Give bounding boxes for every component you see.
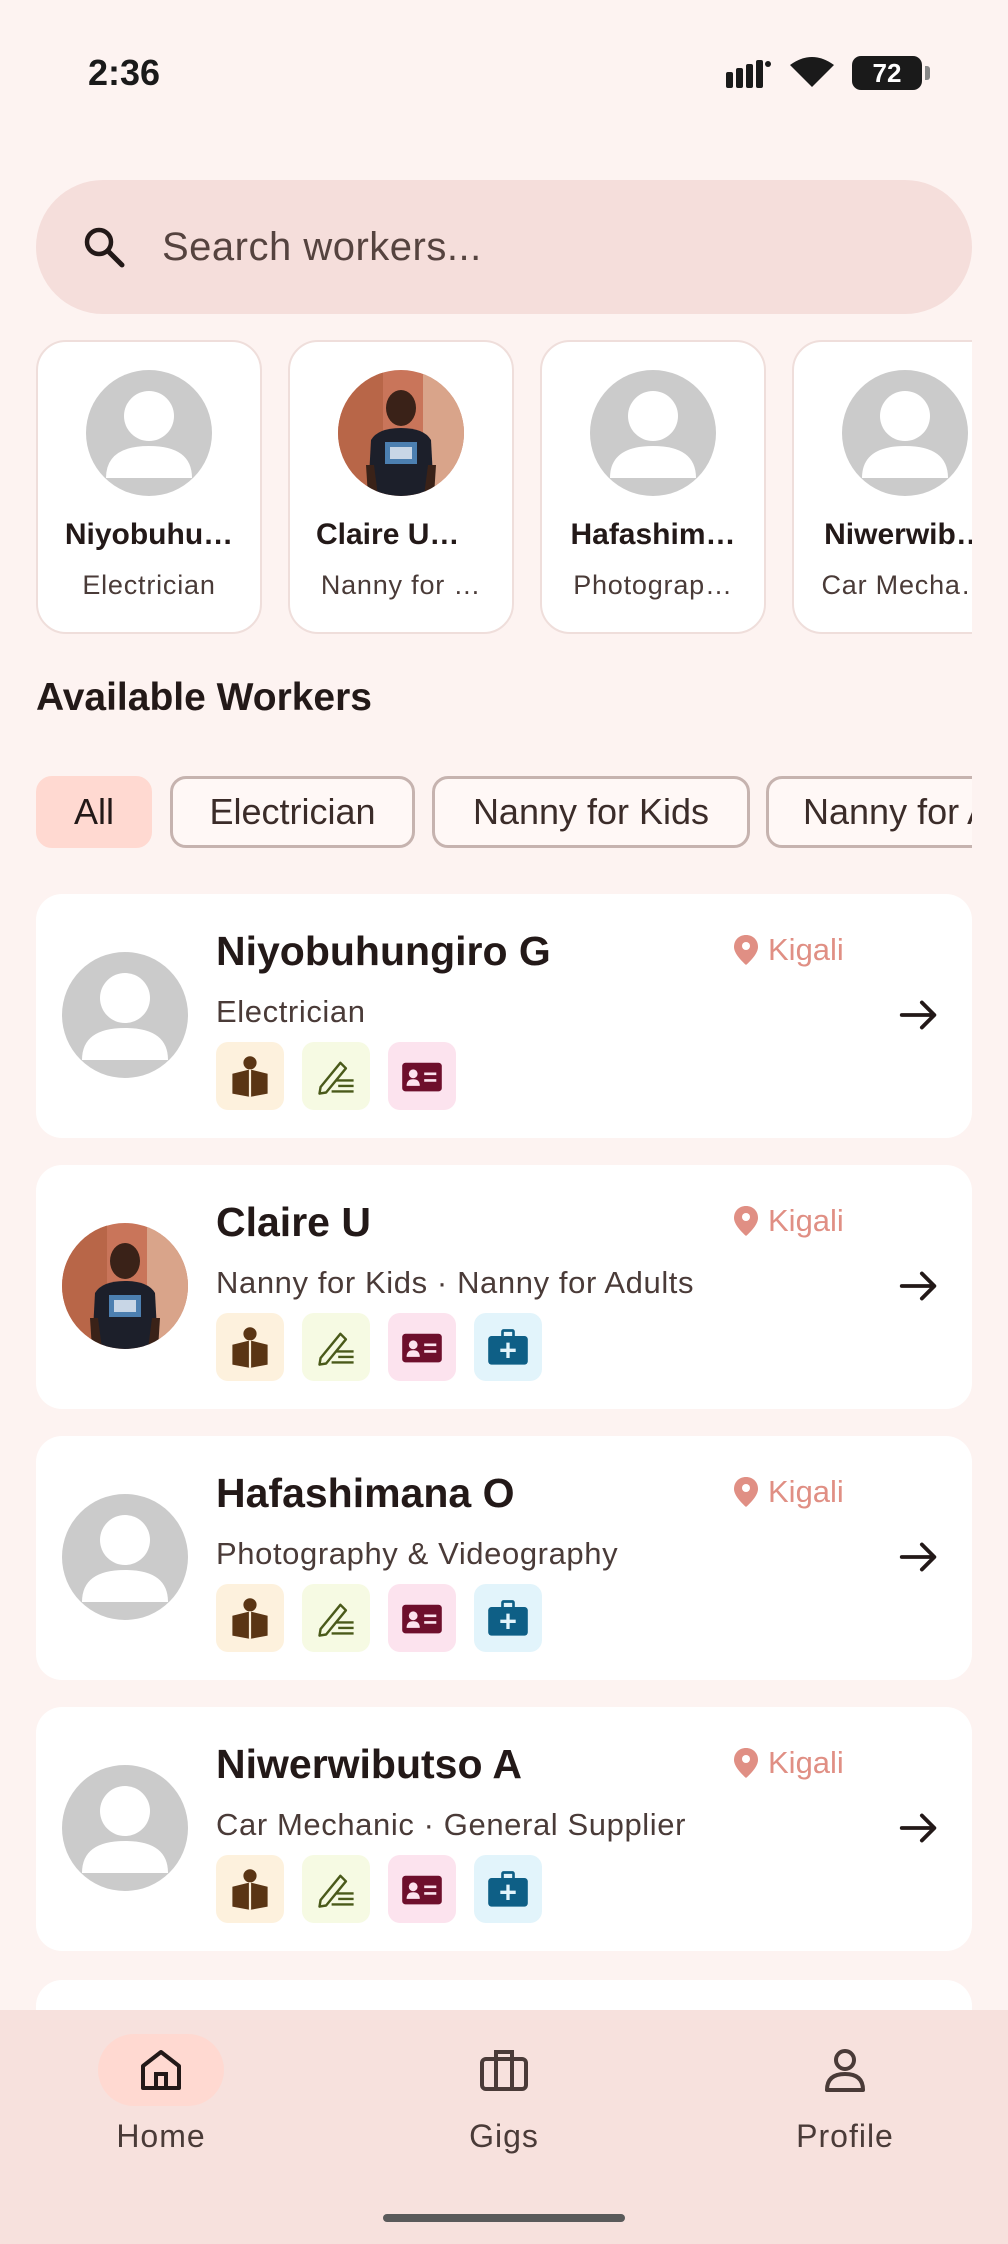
featured-worker-name: Hafashim… xyxy=(570,518,736,551)
avatar xyxy=(842,370,968,496)
nav-item-profile[interactable]: Profile xyxy=(735,2034,955,2155)
worker-name: Hafashimana O xyxy=(216,1470,515,1516)
arrow-right-icon[interactable] xyxy=(896,992,942,1038)
featured-worker-card[interactable]: Hafashim… Photograp… xyxy=(540,340,766,634)
section-title: Available Workers xyxy=(36,676,372,719)
worker-name: Niwerwibutso A xyxy=(216,1741,522,1787)
featured-worker-role: Nanny for … xyxy=(320,570,482,600)
featured-worker-role: Photograp… xyxy=(573,570,733,600)
worker-card[interactable]: Claire U Kigali Nanny for Kids · Nanny f… xyxy=(36,1165,972,1409)
worker-badges xyxy=(216,1855,542,1923)
filter-chip-electrician[interactable]: Electrician xyxy=(170,776,415,848)
status-icons: 72 xyxy=(726,56,930,90)
medical-kit-icon xyxy=(474,1855,542,1923)
worker-name: Niyobuhungiro G xyxy=(216,928,551,974)
location-label: Kigali xyxy=(768,1745,844,1780)
nav-label-profile: Profile xyxy=(796,2118,894,2154)
featured-worker-card[interactable]: Niyobuhu… Electrician xyxy=(36,340,262,634)
briefcase-icon xyxy=(480,2050,528,2091)
bottom-navigation: Home Gigs Profile xyxy=(0,2010,1008,2244)
id-card-icon xyxy=(388,1584,456,1652)
id-card-icon xyxy=(388,1042,456,1110)
signal-icon xyxy=(726,60,771,88)
nav-pill xyxy=(782,2034,908,2106)
worker-role: Electrician xyxy=(216,994,366,1029)
location-label: Kigali xyxy=(768,1474,844,1509)
arrow-right-icon[interactable] xyxy=(896,1534,942,1580)
medical-kit-icon xyxy=(474,1313,542,1381)
id-card-icon xyxy=(388,1855,456,1923)
wifi-icon xyxy=(790,57,834,87)
book-icon xyxy=(216,1313,284,1381)
nav-item-home[interactable]: Home xyxy=(51,2034,271,2155)
featured-worker-name: Niyobuhu… xyxy=(64,518,234,551)
note-icon xyxy=(302,1313,370,1381)
person-icon xyxy=(825,2049,865,2092)
location-pin-icon xyxy=(734,1477,758,1507)
book-icon xyxy=(216,1584,284,1652)
avatar xyxy=(86,370,212,496)
featured-worker-card[interactable]: Claire UW… Nanny for … xyxy=(288,340,514,634)
featured-worker-name: Niwerwib… xyxy=(824,518,972,551)
worker-name: Claire U xyxy=(216,1199,371,1245)
nav-pill xyxy=(441,2034,567,2106)
location-label: Kigali xyxy=(768,1203,844,1238)
home-indicator[interactable] xyxy=(383,2214,625,2222)
featured-worker-role: Car Mecha… xyxy=(821,570,972,600)
worker-badges xyxy=(216,1042,456,1110)
worker-badges xyxy=(216,1313,542,1381)
worker-location: Kigali xyxy=(734,1745,844,1781)
nav-item-gigs[interactable]: Gigs xyxy=(394,2034,614,2155)
arrow-right-icon[interactable] xyxy=(896,1805,942,1851)
filter-chip-nanny-adults[interactable]: Nanny for Adults xyxy=(766,776,972,848)
nav-label-gigs: Gigs xyxy=(469,2118,539,2154)
avatar xyxy=(62,952,188,1078)
filter-chip-nanny-kids[interactable]: Nanny for Kids xyxy=(432,776,750,848)
avatar xyxy=(590,370,716,496)
featured-workers-carousel[interactable]: Niyobuhu… Electrician Claire UW… Nanny f… xyxy=(36,340,972,636)
clock: 2:36 xyxy=(88,52,161,93)
featured-worker-name: Claire UW… xyxy=(316,518,488,551)
avatar xyxy=(62,1765,188,1891)
filter-chips[interactable]: All Electrician Nanny for Kids Nanny for… xyxy=(36,776,972,850)
worker-card[interactable]: Niwerwibutso A Kigali Car Mechanic · Gen… xyxy=(36,1707,972,1951)
note-icon xyxy=(302,1584,370,1652)
book-icon xyxy=(216,1855,284,1923)
note-icon xyxy=(302,1042,370,1110)
medical-kit-icon xyxy=(474,1584,542,1652)
search-icon xyxy=(76,219,132,275)
location-label: Kigali xyxy=(768,932,844,967)
avatar xyxy=(62,1223,188,1349)
worker-location: Kigali xyxy=(734,932,844,968)
avatar xyxy=(62,1494,188,1620)
search-input[interactable]: Search workers... xyxy=(162,225,482,270)
worker-card[interactable]: Niyobuhungiro G Kigali Electrician xyxy=(36,894,972,1138)
worker-location: Kigali xyxy=(734,1474,844,1510)
book-icon xyxy=(216,1042,284,1110)
worker-role: Nanny for Kids · Nanny for Adults xyxy=(216,1265,695,1300)
worker-role: Photography & Videography xyxy=(216,1536,619,1571)
worker-badges xyxy=(216,1584,542,1652)
nav-pill xyxy=(98,2034,224,2106)
worker-role: Car Mechanic · General Supplier xyxy=(216,1807,687,1842)
featured-worker-card[interactable]: Niwerwib… Car Mecha… xyxy=(792,340,972,634)
note-icon xyxy=(302,1855,370,1923)
search-bar[interactable]: Search workers... xyxy=(36,180,972,314)
location-pin-icon xyxy=(734,1748,758,1778)
avatar xyxy=(338,370,464,496)
worker-card[interactable]: Hafashimana O Kigali Photography & Video… xyxy=(36,1436,972,1680)
home-icon xyxy=(141,2050,181,2090)
nav-label-home: Home xyxy=(116,2118,206,2154)
id-card-icon xyxy=(388,1313,456,1381)
featured-worker-role: Electrician xyxy=(82,570,216,600)
status-bar: 2:36 72 xyxy=(0,0,1008,150)
battery-indicator: 72 xyxy=(852,56,930,90)
location-pin-icon xyxy=(734,935,758,965)
arrow-right-icon[interactable] xyxy=(896,1263,942,1309)
filter-chip-all[interactable]: All xyxy=(36,776,152,848)
worker-location: Kigali xyxy=(734,1203,844,1239)
location-pin-icon xyxy=(734,1206,758,1236)
